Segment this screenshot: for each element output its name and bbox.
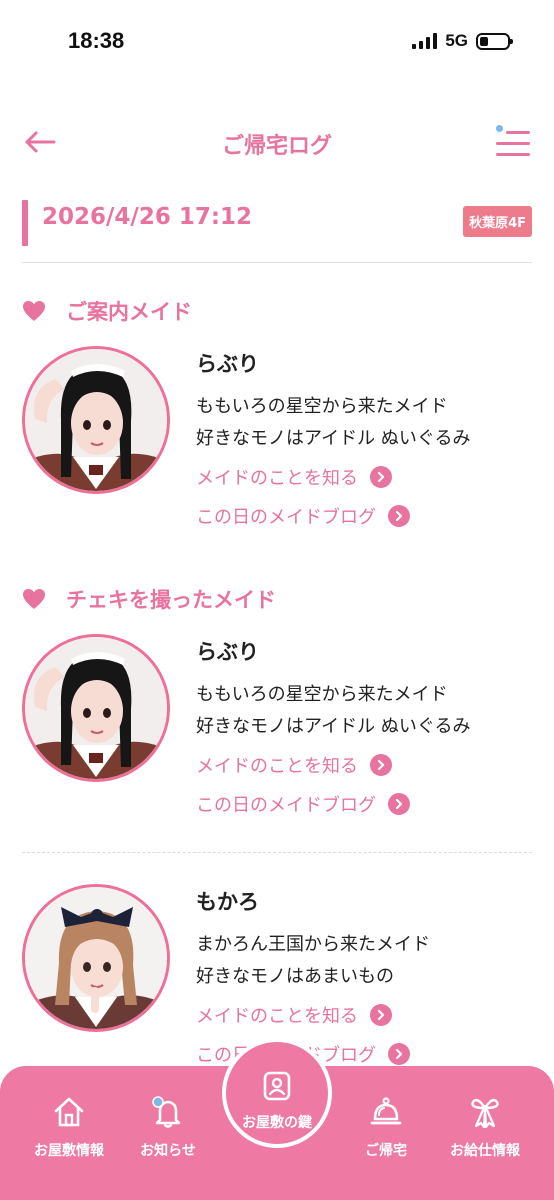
house-icon — [54, 1097, 84, 1127]
header: ご帰宅ログ — [0, 118, 554, 168]
divider — [22, 262, 532, 263]
maid-origin: まかろん王国から来たメイド — [196, 934, 430, 955]
maid-name: もかろ — [196, 890, 259, 914]
chevron-right-icon — [388, 505, 410, 527]
maid-origin: ももいろの星空から来たメイド — [196, 684, 448, 705]
nav-home-label: お屋敷情報 — [34, 1143, 104, 1159]
maid-profile-link-label: メイドのことを知る — [196, 756, 358, 777]
battery-icon — [476, 32, 513, 50]
maid-card: らぶり ももいろの星空から来たメイド 好きなモノはアイドル ぬいぐるみ メイドの… — [22, 346, 532, 546]
maid-photo — [25, 637, 167, 779]
maid-avatar[interactable] — [22, 884, 170, 1032]
page-title: ご帰宅ログ — [221, 134, 332, 159]
maid-likes: 好きなモノはアイドル ぬいぐるみ — [196, 716, 471, 737]
chevron-right-icon — [388, 793, 410, 815]
battery-level — [480, 36, 488, 46]
heart-icon — [23, 589, 45, 609]
maid-likes: 好きなモノはあまいもの — [196, 966, 394, 987]
nav-home[interactable]: お屋敷情報 — [14, 1094, 124, 1160]
visit-datetime: 2026/4/26 17:12 — [42, 204, 253, 230]
maid-likes: 好きなモノはアイドル ぬいぐるみ — [196, 428, 471, 449]
nav-key-label: お屋敷の鍵 — [242, 1115, 312, 1131]
status-indicators: 5G — [412, 31, 513, 51]
menu-icon-line — [496, 153, 530, 156]
chevron-right-icon — [388, 1043, 410, 1065]
menu-button[interactable] — [496, 122, 530, 162]
section-title: チェキを撮ったメイド — [66, 588, 276, 612]
heart-icon — [23, 301, 45, 321]
maid-profile-link-label: メイドのことを知る — [196, 1006, 358, 1027]
maid-blog-link-label: この日のメイドブログ — [196, 507, 376, 528]
maid-profile-link[interactable]: メイドのことを知る — [196, 1002, 392, 1028]
member-card-icon — [263, 1071, 291, 1101]
notification-dot — [496, 125, 503, 132]
maid-profile-link-label: メイドのことを知る — [196, 468, 358, 489]
nav-return[interactable]: ご帰宅 — [331, 1094, 441, 1160]
maid-name: らぶり — [196, 352, 259, 376]
nav-news[interactable]: お知らせ — [113, 1094, 223, 1160]
menu-icon-line — [496, 142, 530, 145]
visit-date-row: 2026/4/26 17:12 秋葉原4F — [22, 198, 532, 248]
menu-icon — [506, 131, 530, 134]
nav-info-label: お給仕情報 — [450, 1143, 520, 1159]
chevron-right-icon — [370, 1004, 392, 1026]
chevron-right-icon — [370, 466, 392, 488]
section-guide-maid: ご案内メイド — [22, 296, 192, 326]
service-bell-icon — [370, 1097, 402, 1125]
store-badge: 秋葉原4F — [463, 206, 532, 237]
maid-avatar[interactable] — [22, 634, 170, 782]
network-type: 5G — [445, 31, 468, 50]
nav-return-label: ご帰宅 — [365, 1143, 407, 1159]
dashed-divider — [22, 852, 532, 853]
date-accent-bar — [22, 200, 28, 246]
maid-blog-link-label: この日のメイドブログ — [196, 795, 376, 816]
maid-photo — [25, 887, 167, 1029]
bell-icon — [152, 1096, 181, 1128]
maid-origin: ももいろの星空から来たメイド — [196, 396, 448, 417]
ribbon-icon — [471, 1098, 499, 1129]
maid-avatar[interactable] — [22, 346, 170, 494]
nav-key[interactable]: お屋敷の鍵 — [222, 1038, 332, 1148]
maid-name: らぶり — [196, 640, 259, 664]
signal-icon — [412, 33, 438, 49]
nav-news-label: お知らせ — [140, 1143, 196, 1159]
maid-blog-link[interactable]: この日のメイドブログ — [196, 503, 410, 529]
chevron-right-icon — [370, 754, 392, 776]
nav-info[interactable]: お給仕情報 — [430, 1094, 540, 1160]
maid-profile-link[interactable]: メイドのことを知る — [196, 752, 392, 778]
section-title: ご案内メイド — [66, 300, 192, 324]
section-cheki-maid: チェキを撮ったメイド — [22, 584, 276, 614]
status-time: 18:38 — [68, 28, 125, 53]
maid-card: らぶり ももいろの星空から来たメイド 好きなモノはアイドル ぬいぐるみ メイドの… — [22, 634, 532, 834]
maid-profile-link[interactable]: メイドのことを知る — [196, 464, 392, 490]
status-bar: 18:38 5G — [0, 0, 554, 90]
maid-blog-link[interactable]: この日のメイドブログ — [196, 791, 410, 817]
maid-photo — [25, 349, 167, 491]
